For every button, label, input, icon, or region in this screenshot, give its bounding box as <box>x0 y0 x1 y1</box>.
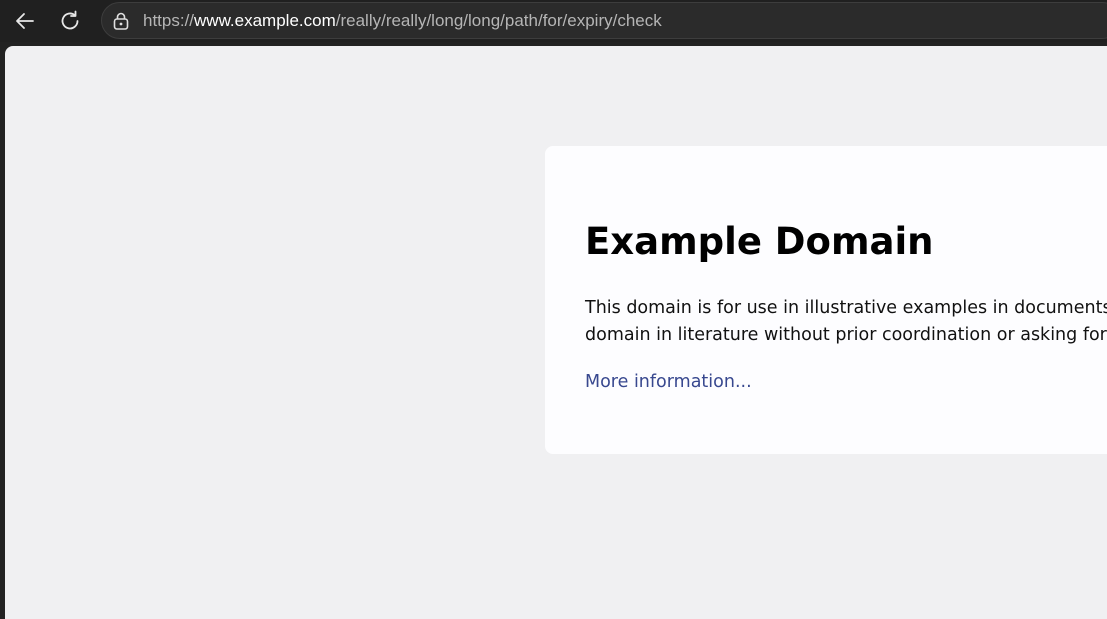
arrow-left-icon <box>16 13 34 29</box>
browser-toolbar: https://www.example.com/really/really/lo… <box>0 0 1107 42</box>
url-scheme: https:// <box>143 11 195 30</box>
url-path: /really/really/long/long/path/for/expiry… <box>335 11 662 30</box>
page-title: Example Domain <box>585 220 934 263</box>
address-bar[interactable]: https://www.example.com/really/really/lo… <box>101 2 1107 39</box>
page-viewport: Example Domain This domain is for use in… <box>5 46 1107 619</box>
reload-button[interactable] <box>54 5 86 37</box>
more-information-link[interactable]: More information... <box>585 369 752 395</box>
page-description: This domain is for use in illustrative e… <box>585 295 1107 349</box>
content-card: Example Domain This domain is for use in… <box>545 146 1107 454</box>
reload-icon <box>61 10 79 30</box>
description-line: This domain is for use in illustrative e… <box>585 298 1107 318</box>
url-host: www.example.com <box>194 11 336 30</box>
lock-icon[interactable] <box>111 11 131 31</box>
description-line: domain in literature without prior coord… <box>585 325 1107 345</box>
url-text[interactable]: https://www.example.com/really/really/lo… <box>143 12 662 30</box>
back-button[interactable] <box>9 5 41 37</box>
